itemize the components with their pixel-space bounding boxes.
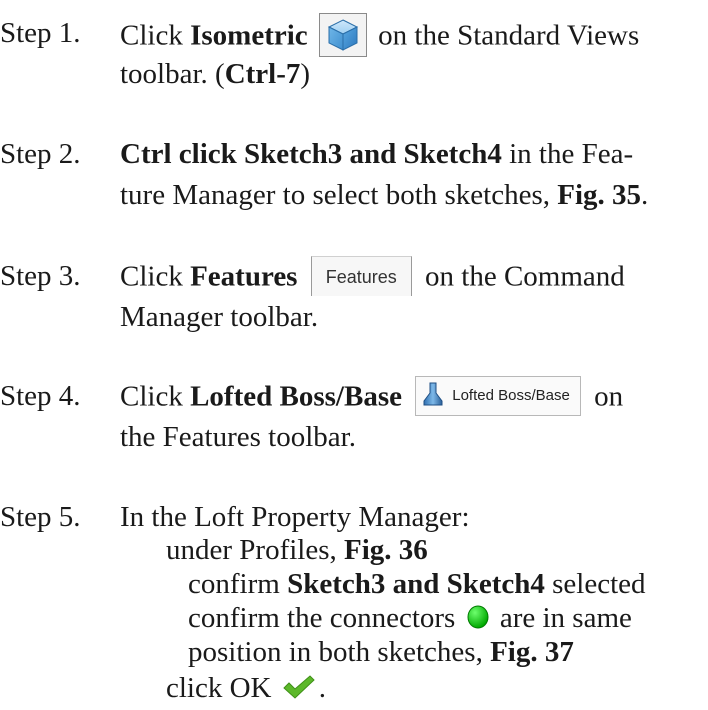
step3-line2: Manager toolbar. <box>120 301 319 333</box>
step5-sketches: Sketch3 and Sketch4 <box>287 568 545 600</box>
step3-click: Click <box>120 260 183 293</box>
step5-confirm2: confirm the connectors <box>188 602 456 634</box>
step5-click-ok: click OK <box>166 672 272 704</box>
step4-click: Click <box>120 380 183 413</box>
step5-line5: position in both sketches, Fig. 37 <box>188 635 574 669</box>
step1-close-paren: ) <box>300 58 311 90</box>
isometric-cube-icon <box>327 19 359 51</box>
step2-bold: Ctrl click Sketch3 and Sketch4 <box>120 138 502 170</box>
step4-bold: Lofted Boss/Base <box>190 380 402 413</box>
step5-label: Step 5. <box>0 501 81 533</box>
step1-toolbar-text: toolbar. ( <box>120 58 225 90</box>
step5-same: are in same <box>499 602 632 634</box>
step5-fig36: Fig. 36 <box>344 534 428 566</box>
step4-line1: Click Lofted Boss/Base Lofted Boss/Base … <box>120 376 624 419</box>
step1-click: Click <box>120 19 183 52</box>
step2-period: . <box>641 179 649 211</box>
step4-rest: on <box>594 380 624 413</box>
step2-text: ture Manager to select both sketches, <box>120 179 551 211</box>
step5-line3: confirm Sketch3 and Sketch4 selected <box>188 567 646 601</box>
step3-line1: Click Features Features on the Command <box>120 256 625 299</box>
step3-features: Features <box>190 260 298 293</box>
lofted-boss-base-button-label: Lofted Boss/Base <box>452 387 570 404</box>
step2-fig: Fig. 35 <box>557 179 642 211</box>
ok-checkmark-icon[interactable] <box>282 674 316 700</box>
step1-isometric: Isometric <box>190 19 308 52</box>
step5-selected: selected <box>552 568 646 600</box>
step5-line6: click OK . <box>166 671 326 705</box>
step5-fig37: Fig. 37 <box>490 636 574 668</box>
lofted-boss-base-button[interactable]: Lofted Boss/Base <box>415 376 581 416</box>
step4-line2: the Features toolbar. <box>120 421 356 453</box>
step1-line1: Click Isometric on the Standard Views <box>120 13 640 60</box>
features-tab[interactable]: Features <box>310 256 412 296</box>
step5-position: position in both sketches, <box>188 636 483 668</box>
step3-rest: on the Command <box>425 260 625 293</box>
step2-line1: Ctrl click Sketch3 and Sketch4 in the Fe… <box>120 137 633 171</box>
step1-label: Step 1. <box>0 17 81 49</box>
step5-profiles-text: under Profiles, <box>166 534 337 566</box>
step1-shortcut: Ctrl-7 <box>224 58 301 90</box>
step5-line2: under Profiles, Fig. 36 <box>166 533 428 567</box>
step5-confirm1: confirm <box>188 568 280 600</box>
step2-line2: ture Manager to select both sketches, Fi… <box>120 178 648 212</box>
step2-rest: in the Fea- <box>509 138 634 170</box>
isometric-button[interactable] <box>318 13 367 57</box>
step1-line2: toolbar. (Ctrl-7) <box>120 57 310 91</box>
step5-line4: confirm the connectors are in same <box>188 601 632 635</box>
step5-line1: In the Loft Property Manager: <box>120 501 470 533</box>
loft-icon <box>423 382 443 406</box>
step5-period: . <box>318 672 326 704</box>
step2-label: Step 2. <box>0 138 81 170</box>
step4-label: Step 4. <box>0 380 81 412</box>
connector-dot-icon <box>467 605 489 629</box>
step3-label: Step 3. <box>0 260 81 292</box>
step1-rest: on the Standard Views <box>378 19 640 52</box>
